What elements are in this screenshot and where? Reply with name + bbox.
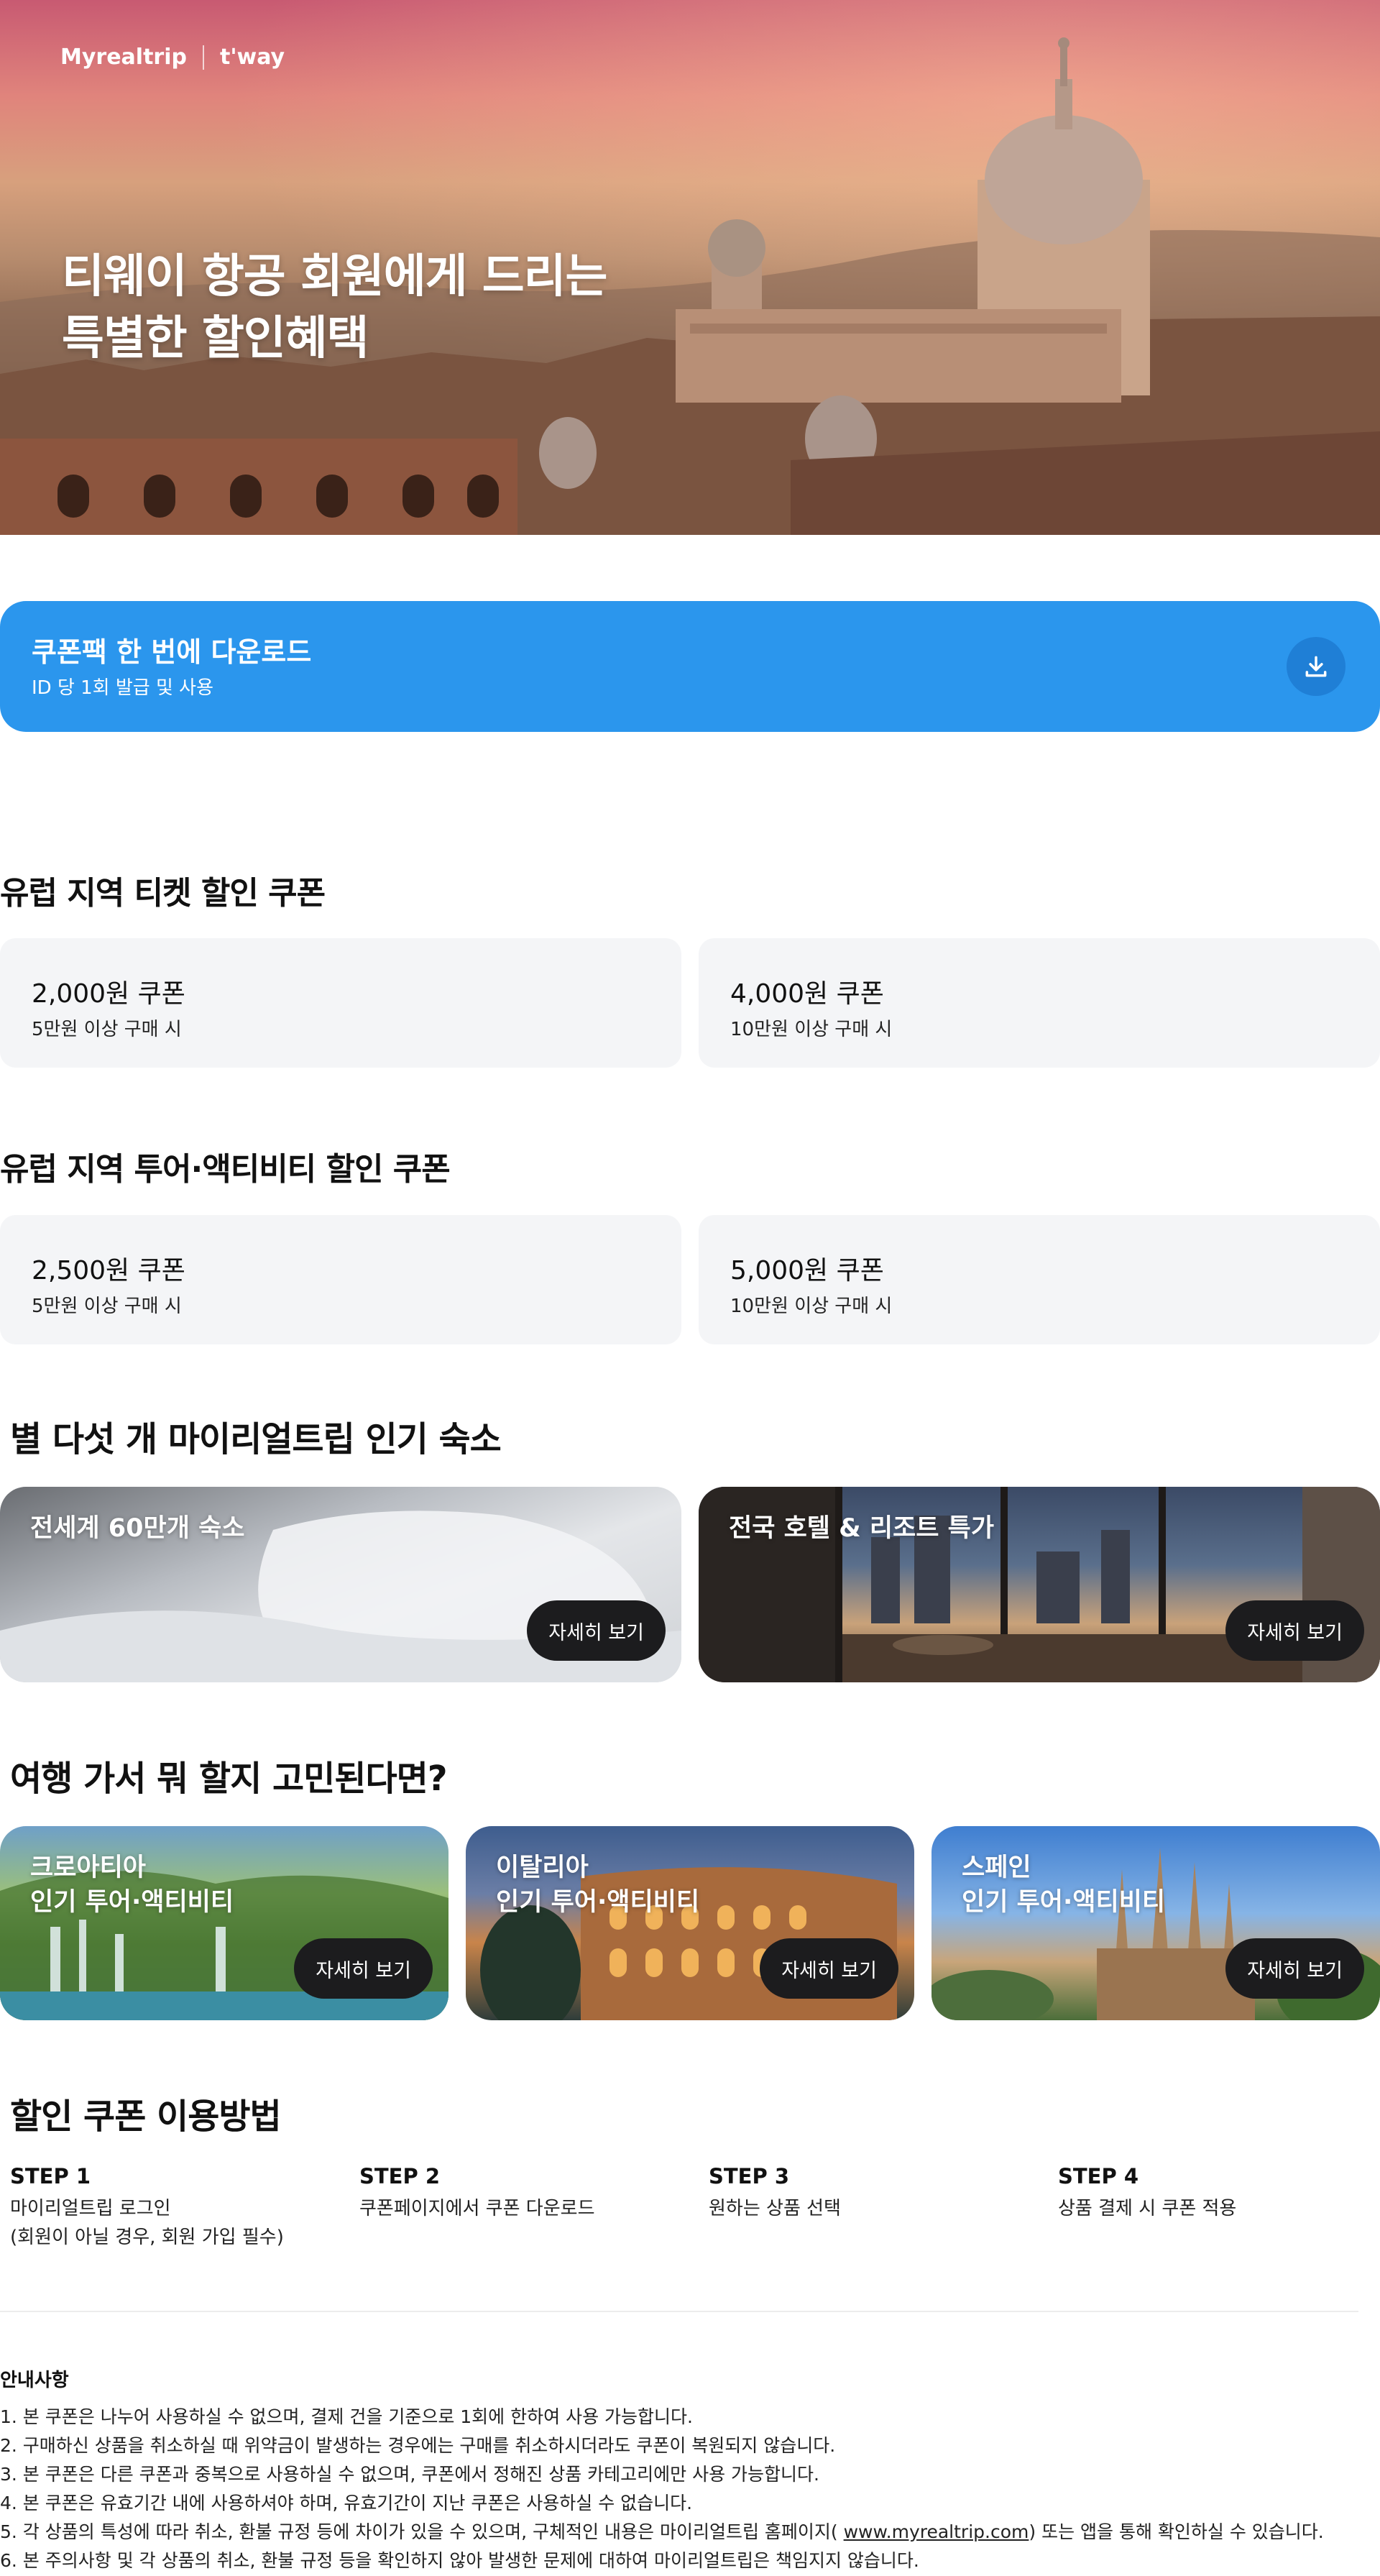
coupon-pack-download-button[interactable]: 쿠폰팩 한 번에 다운로드 ID 당 1회 발급 및 사용 xyxy=(0,601,1380,732)
activity-country: 스페인 xyxy=(962,1853,1031,1882)
notice-item: 5. 각 상품의 특성에 따라 취소, 환불 규정 등에 차이가 있을 수 있으… xyxy=(0,2518,1324,2547)
step-description: 상품 결제 시 쿠폰 적용 xyxy=(1058,2198,1237,2219)
howto-step-1: STEP 1 마이리얼트립 로그인 (회원이 아닐 경우, 회원 가입 필수) xyxy=(10,2164,341,2252)
howto-step-4: STEP 4 상품 결제 시 쿠폰 적용 xyxy=(1058,2164,1380,2223)
download-banner-subtitle: ID 당 1회 발급 및 사용 xyxy=(32,677,213,699)
step-line2: (회원이 아닐 경우, 회원 가입 필수) xyxy=(10,2227,284,2248)
activity-card-croatia[interactable]: 크로아티아 인기 투어·액티비티 자세히 보기 xyxy=(0,1826,448,2020)
hero-title: 티웨이 항공 회원에게 드리는 특별한 할인혜택 xyxy=(62,246,607,370)
step-description: 마이리얼트립 로그인 (회원이 아닐 경우, 회원 가입 필수) xyxy=(10,2194,341,2252)
notice-title: 안내사항 xyxy=(0,2370,69,2391)
activity-subtitle: 인기 투어·액티비티 xyxy=(962,1888,1166,1917)
coupon-amount: 5,000원 쿠폰 xyxy=(730,1256,884,1285)
activity-card-label: 이탈리아 인기 투어·액티비티 xyxy=(496,1851,699,1920)
notice-text: 5. 각 상품의 특성에 따라 취소, 환불 규정 등에 차이가 있을 수 있으… xyxy=(0,2521,844,2542)
notice-item: 3. 본 쿠폰은 다른 쿠폰과 중복으로 사용하실 수 없으며, 쿠폰에서 정해… xyxy=(0,2464,820,2485)
notice-item: 4. 본 쿠폰은 유효기간 내에 사용하셔야 하며, 유효기간이 지난 쿠폰은 … xyxy=(0,2493,693,2513)
view-more-button[interactable]: 자세히 보기 xyxy=(294,1938,433,1999)
howto-section-title: 할인 쿠폰 이용방법 xyxy=(10,2096,282,2137)
stay-section-title: 별 다섯 개 마이리얼트립 인기 숙소 xyxy=(10,1419,502,1459)
howto-step-3: STEP 3 원하는 상품 선택 xyxy=(709,2164,1039,2223)
activity-card-spain[interactable]: 스페인 인기 투어·액티비티 자세히 보기 xyxy=(932,1826,1380,2020)
activity-country: 이탈리아 xyxy=(496,1853,589,1882)
stay-card-label: 전세계 60만개 숙소 xyxy=(30,1514,245,1543)
step-description: 쿠폰페이지에서 쿠폰 다운로드 xyxy=(359,2198,595,2219)
ticket-coupon-4000[interactable]: 4,000원 쿠폰 10만원 이상 구매 시 xyxy=(699,938,1380,1068)
notice-item: 2. 구매하신 상품을 취소하실 때 위약금이 발생하는 경우에는 구매를 취소… xyxy=(0,2435,836,2456)
tour-coupon-2500[interactable]: 2,500원 쿠폰 5만원 이상 구매 시 xyxy=(0,1215,681,1344)
coupon-condition: 10만원 이상 구매 시 xyxy=(730,1296,893,1317)
activity-section-title: 여행 가서 뭐 할지 고민된다면? xyxy=(10,1759,448,1799)
tour-coupon-section-title: 유럽 지역 투어·액티비티 할인 쿠폰 xyxy=(0,1151,451,1188)
view-more-button[interactable]: 자세히 보기 xyxy=(527,1600,666,1661)
download-banner-title: 쿠폰팩 한 번에 다운로드 xyxy=(32,636,312,668)
activity-card-label: 크로아티아 인기 투어·액티비티 xyxy=(30,1851,234,1920)
activity-subtitle: 인기 투어·액티비티 xyxy=(30,1888,234,1917)
notice-item: 6. 본 주의사항 및 각 상품의 취소, 환불 규정 등을 확인하지 않아 발… xyxy=(0,2550,919,2571)
logo-divider xyxy=(202,45,204,70)
step-description: 원하는 상품 선택 xyxy=(709,2198,841,2219)
howto-step-2: STEP 2 쿠폰페이지에서 쿠폰 다운로드 xyxy=(359,2164,690,2223)
stay-card-worldwide[interactable]: 전세계 60만개 숙소 자세히 보기 xyxy=(0,1487,681,1682)
section-divider xyxy=(0,2311,1358,2312)
view-more-button[interactable]: 자세히 보기 xyxy=(760,1938,898,1999)
notice-item: 1. 본 쿠폰은 나누어 사용하실 수 없으며, 결제 건을 기준으로 1회에 … xyxy=(0,2406,693,2427)
coupon-amount: 2,000원 쿠폰 xyxy=(32,979,185,1009)
view-more-button[interactable]: 자세히 보기 xyxy=(1225,1938,1364,1999)
coupon-condition: 5만원 이상 구매 시 xyxy=(32,1019,182,1040)
hero-banner: Myrealtrip t'way 티웨이 항공 회원에게 드리는 특별한 할인혜… xyxy=(0,0,1380,535)
step-number: STEP 4 xyxy=(1058,2164,1139,2188)
hero-title-line1: 티웨이 항공 회원에게 드리는 xyxy=(62,250,607,303)
coupon-amount: 2,500원 쿠폰 xyxy=(32,1256,185,1285)
coupon-amount: 4,000원 쿠폰 xyxy=(730,979,884,1009)
activity-card-label: 스페인 인기 투어·액티비티 xyxy=(962,1851,1165,1920)
activity-card-italy[interactable]: 이탈리아 인기 투어·액티비티 자세히 보기 xyxy=(466,1826,914,2020)
brand-logos: Myrealtrip t'way xyxy=(60,45,285,70)
stay-card-label: 전국 호텔 & 리조트 특가 xyxy=(729,1514,995,1543)
step-line1: 마이리얼트립 로그인 xyxy=(10,2198,171,2219)
coupon-condition: 10만원 이상 구매 시 xyxy=(730,1019,893,1040)
notice-text: ) 또는 앱을 통해 확인하실 수 있습니다. xyxy=(1029,2521,1324,2542)
step-number: STEP 2 xyxy=(359,2164,441,2188)
ticket-coupon-section-title: 유럽 지역 티켓 할인 쿠폰 xyxy=(0,875,326,912)
coupon-condition: 5만원 이상 구매 시 xyxy=(32,1296,182,1317)
tour-coupon-5000[interactable]: 5,000원 쿠폰 10만원 이상 구매 시 xyxy=(699,1215,1380,1344)
ticket-coupon-2000[interactable]: 2,000원 쿠폰 5만원 이상 구매 시 xyxy=(0,938,681,1068)
step-number: STEP 1 xyxy=(10,2164,91,2188)
download-icon[interactable] xyxy=(1287,637,1346,696)
activity-country: 크로아티아 xyxy=(30,1853,147,1882)
hero-title-line2: 특별한 할인혜택 xyxy=(62,312,369,365)
myrealtrip-homepage-link[interactable]: www.myrealtrip.com xyxy=(844,2521,1029,2542)
view-more-button[interactable]: 자세히 보기 xyxy=(1225,1600,1364,1661)
tway-logo: t'way xyxy=(219,45,285,70)
myrealtrip-logo: Myrealtrip xyxy=(60,45,187,70)
notice-list: 1. 본 쿠폰은 나누어 사용하실 수 없으며, 결제 건을 기준으로 1회에 … xyxy=(0,2403,1324,2575)
activity-subtitle: 인기 투어·액티비티 xyxy=(496,1888,700,1917)
step-number: STEP 3 xyxy=(709,2164,790,2188)
stay-card-hotel-resort[interactable]: 전국 호텔 & 리조트 특가 자세히 보기 xyxy=(699,1487,1380,1682)
